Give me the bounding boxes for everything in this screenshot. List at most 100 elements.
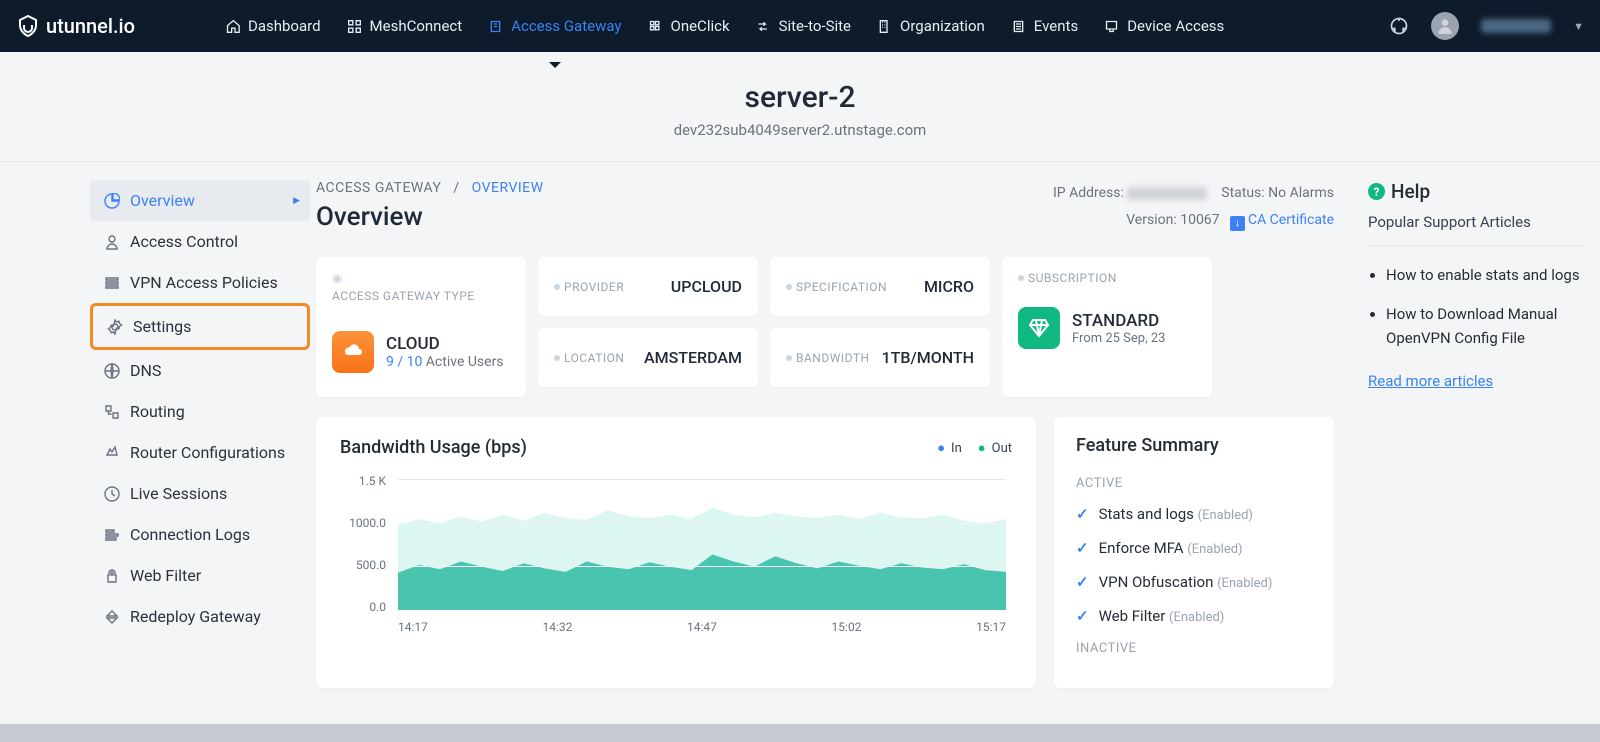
monitor-icon <box>1104 19 1119 34</box>
pin-icon: ◉ <box>332 271 510 285</box>
help-icon: ? <box>1368 183 1385 200</box>
breadcrumb: ACCESS GATEWAY / OVERVIEW <box>316 180 544 196</box>
home-icon <box>225 19 240 34</box>
arrows-icon <box>756 19 771 34</box>
brand-logo[interactable]: utunnel.io <box>16 14 135 38</box>
nav-events[interactable]: Events <box>1011 17 1078 35</box>
status-label: Status: <box>1221 185 1264 201</box>
user-menu-caret-icon[interactable]: ▼ <box>1573 20 1584 33</box>
header-row: ACCESS GATEWAY / OVERVIEW Overview IP Ad… <box>316 180 1334 233</box>
feature-stats-and-logs: ✓Stats and logs (Enabled) <box>1076 505 1312 523</box>
read-more-link[interactable]: Read more articles <box>1368 372 1493 390</box>
sidebar-item-web-filter[interactable]: Web Filter <box>90 555 310 596</box>
main-layout: OverviewAccess ControlVPN Access Policie… <box>0 162 1600 688</box>
server-meta: IP Address: Status: No Alarms Version: 1… <box>1053 180 1334 233</box>
mesh-icon <box>347 19 362 34</box>
legend-in: In <box>937 440 962 456</box>
check-icon: ✓ <box>1076 539 1089 557</box>
feature-web-filter: ✓Web Filter (Enabled) <box>1076 607 1312 625</box>
chart-plot <box>398 479 1006 610</box>
nav-oneclick[interactable]: OneClick <box>648 17 730 35</box>
stack-2: SPECIFICATION MICRO BANDWIDTH 1TB/MONTH <box>770 257 990 397</box>
chart-legend: In Out <box>937 440 1012 456</box>
sidebar: OverviewAccess ControlVPN Access Policie… <box>0 180 310 688</box>
help-article[interactable]: How to enable stats and logs <box>1386 264 1584 287</box>
feature-summary-card: Feature Summary ACTIVE ✓Stats and logs (… <box>1054 417 1334 688</box>
help-title: ? Help <box>1368 180 1584 203</box>
sidebar-icon <box>104 609 120 625</box>
help-panel: ? Help Popular Support Articles How to e… <box>1360 180 1600 688</box>
sidebar-icon <box>104 275 120 291</box>
sidebar-item-connection-logs[interactable]: Connection Logs <box>90 514 310 555</box>
spec-label: SPECIFICATION <box>796 280 887 294</box>
user-name-redacted <box>1481 19 1551 33</box>
check-icon: ✓ <box>1076 573 1089 591</box>
info-cards: ◉ ACCESS GATEWAY TYPE CLOUD 9 / 10 Activ… <box>316 257 1334 397</box>
feature-active-label: ACTIVE <box>1076 476 1312 491</box>
list-icon <box>1011 19 1026 34</box>
feature-enforce-mfa: ✓Enforce MFA (Enabled) <box>1076 539 1312 557</box>
sidebar-icon <box>104 527 120 543</box>
ca-certificate-link[interactable]: CA Certificate <box>1248 212 1334 228</box>
subscription-from: From 25 Sep, 23 <box>1072 331 1165 346</box>
nav-site-to-site[interactable]: Site-to-Site <box>756 17 851 35</box>
sidebar-item-redeploy-gateway[interactable]: Redeploy Gateway <box>90 596 310 637</box>
help-article[interactable]: How to Download Manual OpenVPN Config Fi… <box>1386 303 1584 350</box>
feature-inactive-label: INACTIVE <box>1076 641 1312 656</box>
sidebar-item-vpn-access-policies[interactable]: VPN Access Policies <box>90 262 310 303</box>
sidebar-item-overview[interactable]: Overview <box>90 180 310 221</box>
version-value: 10067 <box>1180 212 1219 228</box>
version-label: Version: <box>1126 212 1177 228</box>
main-content: ACCESS GATEWAY / OVERVIEW Overview IP Ad… <box>310 180 1360 688</box>
breadcrumb-current: OVERVIEW <box>472 180 544 196</box>
nav-device-access[interactable]: Device Access <box>1104 17 1224 35</box>
ip-value-redacted <box>1127 187 1207 200</box>
sidebar-icon <box>107 319 123 335</box>
ip-label: IP Address: <box>1053 185 1124 201</box>
status-value: No Alarms <box>1268 185 1334 201</box>
breadcrumb-root[interactable]: ACCESS GATEWAY <box>316 180 441 196</box>
server-hostname: dev232sub4049server2.utnstage.com <box>0 121 1600 139</box>
user-avatar[interactable] <box>1431 12 1459 40</box>
y-axis-labels: 1.5 K1000.0500.00.0 <box>340 474 392 614</box>
avatar-icon <box>1436 17 1454 35</box>
sidebar-item-settings[interactable]: Settings <box>90 303 310 350</box>
location-label: LOCATION <box>564 351 624 365</box>
help-articles: How to enable stats and logs How to Downl… <box>1368 264 1584 350</box>
sidebar-icon <box>104 193 120 209</box>
scrollbar-bottom[interactable] <box>0 724 1600 742</box>
svg-text:?: ? <box>1374 185 1380 199</box>
card-location: LOCATION AMSTERDAM <box>538 328 758 387</box>
active-users[interactable]: 9 / 10 Active Users <box>386 354 504 370</box>
location-value: AMSTERDAM <box>644 348 742 367</box>
nav-dashboard[interactable]: Dashboard <box>225 17 321 35</box>
nav-access-gateway[interactable]: Access Gateway <box>488 17 621 35</box>
sidebar-item-router-configurations[interactable]: Router Configurations <box>90 432 310 473</box>
check-icon: ✓ <box>1076 505 1089 523</box>
sidebar-item-live-sessions[interactable]: Live Sessions <box>90 473 310 514</box>
building-icon <box>877 19 892 34</box>
provider-label: PROVIDER <box>564 280 624 294</box>
sidebar-icon <box>104 234 120 250</box>
bandwidth-label: BANDWIDTH <box>796 351 870 365</box>
card-subscription: SUBSCRIPTION STANDARD From 25 Sep, 23 <box>1002 257 1212 397</box>
lower-row: Bandwidth Usage (bps) In Out 1.5 K1000.0… <box>316 417 1334 688</box>
sidebar-item-dns[interactable]: DNS <box>90 350 310 391</box>
nav-meshconnect[interactable]: MeshConnect <box>347 17 463 35</box>
logo-icon <box>16 14 40 38</box>
bandwidth-value: 1TB/MONTH <box>882 348 974 367</box>
page-heading: Overview <box>316 202 544 232</box>
nav-organization[interactable]: Organization <box>877 17 985 35</box>
gateway-type-label: ACCESS GATEWAY TYPE <box>332 289 510 303</box>
chart-svg <box>398 480 1006 610</box>
gateway-type-value: CLOUD <box>386 334 504 354</box>
card-provider: PROVIDER UPCLOUD <box>538 257 758 316</box>
chart-body: 1.5 K1000.0500.00.0 14:1714:3214:4715:02… <box>340 474 1012 634</box>
grid-icon <box>648 19 663 34</box>
support-icon[interactable] <box>1389 16 1409 36</box>
sidebar-item-routing[interactable]: Routing <box>90 391 310 432</box>
subscription-value: STANDARD <box>1072 311 1165 331</box>
cloud-icon <box>332 331 374 373</box>
sidebar-icon <box>104 445 120 461</box>
sidebar-item-access-control[interactable]: Access Control <box>90 221 310 262</box>
